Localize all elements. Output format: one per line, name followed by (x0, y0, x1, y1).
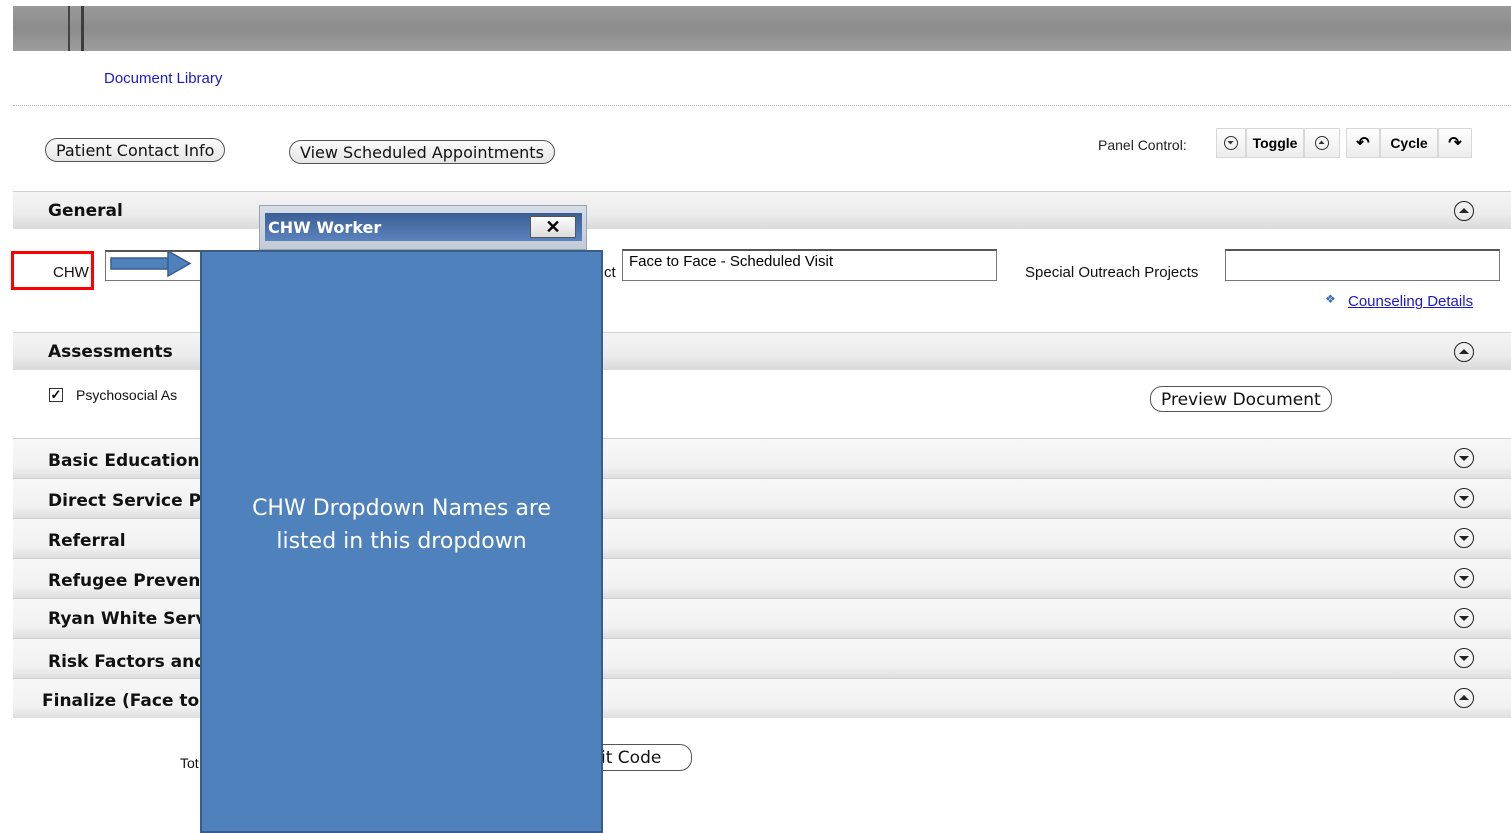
toolbar-divider (81, 6, 84, 51)
chevron-down-icon (1224, 136, 1238, 150)
chw-highlight-box (11, 251, 94, 290)
chevron-down-icon[interactable] (1454, 488, 1474, 508)
psychosocial-checkbox[interactable]: ✓ (49, 388, 63, 402)
close-icon[interactable]: ✕ (530, 216, 576, 238)
section-title: Referral (48, 531, 126, 551)
special-outreach-label: Special Outreach Projects (1025, 264, 1199, 281)
contact-type-field[interactable]: Face to Face - Scheduled Visit (622, 249, 997, 281)
document-library-link[interactable]: Document Library (104, 70, 222, 87)
section-title: Direct Service Pr (48, 491, 210, 511)
view-scheduled-appointments-button[interactable]: View Scheduled Appointments (289, 140, 555, 164)
diamond-icon: ❖ (1325, 292, 1336, 306)
expand-all-button[interactable] (1216, 128, 1246, 158)
collapse-all-button[interactable] (1304, 128, 1340, 158)
dialog-titlebar: CHW Worker ✕ (265, 213, 582, 241)
toggle-button[interactable]: Toggle (1246, 128, 1304, 158)
section-title: General (48, 201, 123, 221)
toolbar-divider (68, 6, 70, 51)
chw-worker-dialog: CHW Worker ✕ (259, 205, 587, 250)
chevron-up-icon (1315, 136, 1329, 150)
chevron-down-icon[interactable] (1454, 568, 1474, 588)
counseling-details-link[interactable]: Counseling Details (1348, 293, 1473, 310)
section-title: Refugee Prevent (48, 571, 209, 591)
chevron-up-icon[interactable] (1454, 342, 1474, 362)
total-label: Tot (180, 755, 199, 771)
section-title: Assessments (48, 342, 173, 362)
undo-arrow-icon[interactable]: ↶ (1346, 128, 1380, 158)
section-title: Risk Factors and (48, 652, 207, 672)
psychosocial-label: Psychosocial As (76, 387, 178, 403)
section-title: Finalize (Face to (42, 691, 200, 711)
callout-text-line1: CHW Dropdown Names are (252, 496, 551, 521)
section-title: Ryan White Serv (48, 609, 207, 629)
chevron-up-icon[interactable] (1454, 688, 1474, 708)
preview-document-button[interactable]: Preview Document (1150, 386, 1332, 412)
top-toolbar (13, 6, 1511, 51)
dotted-divider (13, 105, 1511, 106)
section-general-header[interactable]: General (13, 191, 1511, 229)
redo-arrow-icon[interactable]: ↷ (1438, 128, 1472, 158)
special-outreach-field[interactable] (1225, 249, 1500, 281)
section-title: Basic Education (48, 451, 200, 471)
chevron-down-icon[interactable] (1454, 648, 1474, 668)
arrow-right-icon (110, 250, 192, 278)
chw-dropdown-callout: CHW Dropdown Names are listed in this dr… (200, 250, 603, 833)
chevron-up-icon[interactable] (1454, 201, 1474, 221)
contact-type-label: ct (604, 264, 616, 281)
patient-contact-info-button[interactable]: Patient Contact Info (45, 138, 226, 162)
chevron-down-icon[interactable] (1454, 608, 1474, 628)
cycle-button[interactable]: Cycle (1380, 128, 1438, 158)
chevron-down-icon[interactable] (1454, 448, 1474, 468)
dialog-title: CHW Worker (268, 218, 382, 237)
chevron-down-icon[interactable] (1454, 528, 1474, 548)
callout-text-line2: listed in this dropdown (276, 529, 527, 554)
panel-control-label: Panel Control: (1098, 137, 1187, 153)
